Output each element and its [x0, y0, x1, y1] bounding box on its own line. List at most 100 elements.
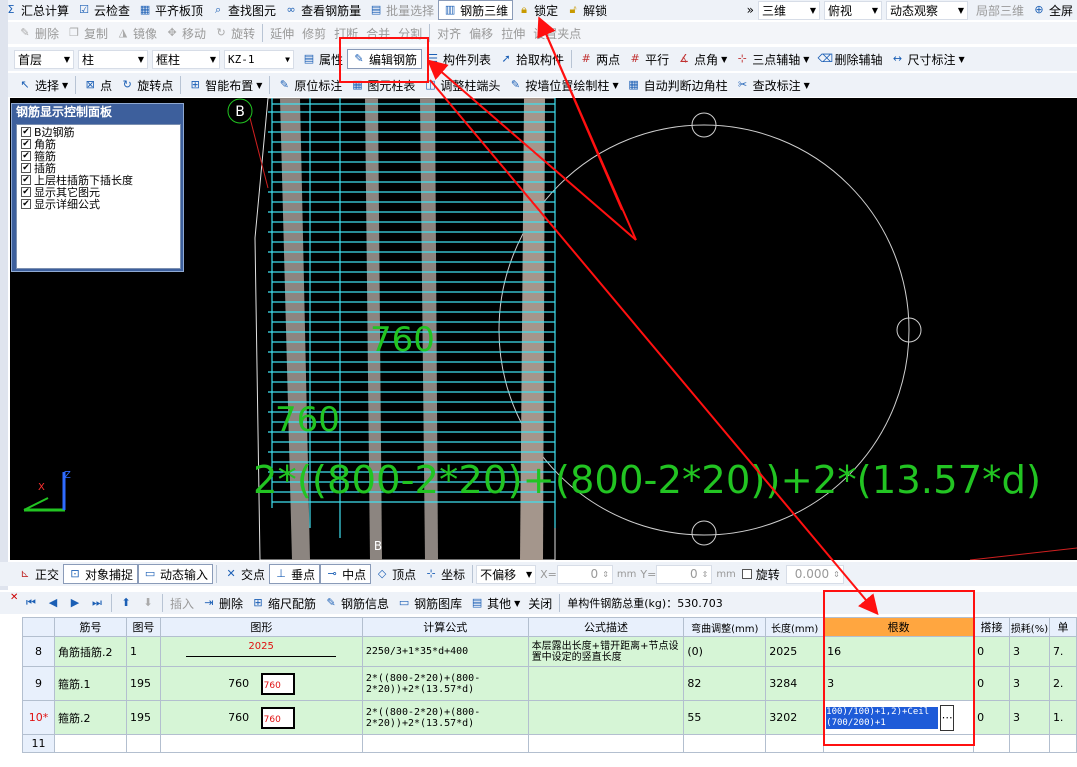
align-button[interactable]: 对齐 — [433, 23, 465, 43]
option-show-formula[interactable]: ✔ 显示详细公式 — [21, 198, 180, 211]
cell-empty[interactable] — [1009, 734, 1050, 753]
edit-annotation-button[interactable]: ✂ 查改标注 ▼ — [732, 75, 814, 95]
col-header-bar-no[interactable]: 筋号 — [53, 617, 127, 637]
checkbox-checked-icon[interactable]: ✔ — [21, 127, 31, 137]
vertex-snap[interactable]: ◇ 顶点 — [371, 564, 420, 584]
other-button[interactable]: ▤ 其他 ▼ — [466, 593, 524, 613]
cell-unit[interactable]: 2. — [1048, 666, 1077, 701]
cell-length[interactable]: 3284 — [765, 666, 825, 701]
unlock-button[interactable]: 🔓︎ 解锁 — [562, 0, 611, 20]
cell-empty[interactable] — [973, 734, 1010, 753]
cell-description[interactable]: 本层露出长度+错开距离+节点设置中设定的竖直长度 — [527, 636, 685, 667]
fullscreen-button[interactable]: ⊕ 全屏 — [1028, 0, 1077, 20]
intersection-snap[interactable]: ✕ 交点 — [220, 564, 269, 584]
close-button[interactable]: 关闭 — [524, 593, 556, 613]
cloud-check-button[interactable]: ☑ 云检查 — [73, 0, 134, 20]
delete-button[interactable]: ✎ 删除 — [14, 23, 63, 43]
ortho-toggle[interactable]: ⊾ 正交 — [14, 564, 63, 584]
x-input[interactable]: 0 ⇕ — [556, 564, 613, 584]
cell-description[interactable] — [527, 666, 685, 701]
dynamic-input-toggle[interactable]: ▭ 动态输入 — [138, 564, 214, 584]
col-header-unit[interactable]: 单 — [1048, 617, 1077, 637]
table-row[interactable]: 9 箍筋.1 195 760 760 2*((800-2*20)+(800-2*… — [22, 666, 1077, 701]
merge-button[interactable]: 合并 — [362, 23, 394, 43]
cell-bend[interactable]: 82 — [683, 666, 767, 701]
find-element-button[interactable]: ⌕ 查找图元 — [207, 0, 280, 20]
delete-row-button[interactable]: ⇥ 删除 — [198, 593, 247, 613]
object-snap-toggle[interactable]: ⊡ 对象捕捉 — [63, 564, 139, 584]
table-row[interactable]: 8 角筋插筋.2 1 2025 2250/3+1*35*d+400 本层露出长度… — [22, 636, 1077, 667]
more-chevron[interactable]: » — [743, 0, 758, 20]
grid-close-icon[interactable]: ✕ — [10, 592, 18, 603]
cell-empty[interactable] — [361, 734, 529, 753]
col-header-formula[interactable]: 计算公式 — [361, 617, 529, 637]
three-point-axis-button[interactable]: ⊹ 三点辅轴 ▼ — [731, 49, 813, 69]
coordinate-snap[interactable]: ⊹ 坐标 — [420, 564, 469, 584]
move-button[interactable]: ✥ 移动 — [161, 23, 210, 43]
rotate-button[interactable]: ↻ 旋转 — [210, 23, 259, 43]
offset-button[interactable]: 偏移 — [465, 23, 497, 43]
cell-lap[interactable]: 0 — [973, 666, 1010, 701]
cell-bar-name[interactable]: 箍筋.1 — [53, 666, 127, 701]
smart-layout-button[interactable]: ⊞ 智能布置 ▼ — [184, 75, 266, 95]
extend-button[interactable]: 延伸 — [266, 23, 298, 43]
local-3d-button[interactable]: 局部三维 — [972, 0, 1028, 20]
table-row[interactable]: 10* 箍筋.2 195 760 760 2*((800-2*20)+(800-… — [22, 700, 1077, 735]
cell-count-editing[interactable]: 100)/100)+1,2)+Ceil(700/200)+1 ⋯ — [823, 700, 975, 735]
scale-rebar-button[interactable]: ⊞ 缩尺配筋 — [247, 593, 320, 613]
cell-loss[interactable]: 3 — [1009, 636, 1050, 667]
cell-bar-name[interactable]: 箍筋.2 — [53, 700, 127, 735]
checkbox-checked-icon[interactable]: ✔ — [21, 163, 31, 173]
col-header-description[interactable]: 公式描述 — [527, 617, 685, 637]
point-button[interactable]: ⊠ 点 — [79, 75, 116, 95]
offset-select[interactable]: 不偏移 ▼ — [476, 564, 537, 584]
rotate-checkbox[interactable] — [741, 569, 752, 579]
checkbox-checked-icon[interactable]: ✔ — [21, 151, 31, 161]
cell-empty[interactable] — [1048, 734, 1077, 753]
split-button[interactable]: 分割 — [394, 23, 426, 43]
copy-button[interactable]: ❐ 复制 — [63, 23, 112, 43]
cell-unit[interactable]: 7. — [1048, 636, 1077, 667]
inplace-annotation-button[interactable]: ✎ 原位标注 — [273, 75, 346, 95]
cell-empty[interactable] — [125, 734, 161, 753]
y-input[interactable]: 0 ⇕ — [656, 564, 713, 584]
last-row-button[interactable]: ⏭ — [86, 593, 108, 613]
member-select[interactable]: KZ-1 ▼ — [224, 49, 294, 69]
cell-length[interactable]: 2025 — [765, 636, 825, 667]
col-header-shape[interactable]: 图形 — [159, 617, 363, 637]
next-row-button[interactable]: ▶ — [64, 593, 86, 613]
align-slab-top-button[interactable]: ▦ 平齐板顶 — [134, 0, 207, 20]
midpoint-snap[interactable]: ⊸ 中点 — [320, 564, 372, 584]
count-formula-selection[interactable]: 100)/100)+1,2)+Ceil(700/200)+1 — [826, 706, 939, 729]
rotate-input[interactable]: 0.000 ⇕ — [785, 564, 844, 584]
member-list-button[interactable]: ☰ 构件列表 — [422, 49, 495, 69]
rotate-point-button[interactable]: ↻ 旋转点 — [116, 75, 177, 95]
checkbox-checked-icon[interactable]: ✔ — [21, 139, 31, 149]
point-angle-button[interactable]: ∡ 点角 ▼ — [673, 49, 731, 69]
cell-formula[interactable]: 2*((800-2*20)+(800-2*20))+2*(13.57*d) — [361, 700, 529, 735]
category-select[interactable]: 柱 ▼ — [78, 49, 148, 69]
col-header-fig-no[interactable]: 图号 — [125, 617, 161, 637]
checkbox-checked-icon[interactable]: ✔ — [21, 175, 31, 185]
cell-bend[interactable]: (0) — [683, 636, 767, 667]
rebar-3d-button[interactable]: ▥ 钢筋三维 — [438, 0, 514, 20]
col-header-bend-adjust[interactable]: 弯曲调整(mm) — [683, 617, 767, 637]
cell-empty[interactable] — [159, 734, 363, 753]
cell-formula[interactable]: 2250/3+1*35*d+400 — [361, 636, 529, 667]
col-header-count[interactable]: 根数 — [823, 617, 975, 637]
col-header-length[interactable]: 长度(mm) — [765, 617, 825, 637]
cell-shape[interactable]: 760 760 — [159, 700, 363, 735]
cell-fig-no[interactable]: 195 — [125, 700, 161, 735]
cell-fig-no[interactable]: 195 — [125, 666, 161, 701]
column-table-button[interactable]: ▦ 图元柱表 — [346, 75, 419, 95]
cell-count[interactable]: 16 — [823, 636, 975, 667]
cell-count[interactable]: 3 — [823, 666, 975, 701]
cell-length[interactable]: 3202 — [765, 700, 825, 735]
table-row[interactable]: 11 — [22, 734, 1077, 753]
checkbox-checked-icon[interactable]: ✔ — [21, 199, 31, 209]
dimension-button[interactable]: ↔ 尺寸标注 ▼ — [886, 49, 968, 69]
batch-select-button[interactable]: ▤ 批量选择 — [365, 0, 438, 20]
dynamic-view-select[interactable]: 动态观察 ▼ — [885, 0, 968, 20]
cell-empty[interactable] — [683, 734, 767, 753]
type-select[interactable]: 框柱 ▼ — [152, 49, 220, 69]
